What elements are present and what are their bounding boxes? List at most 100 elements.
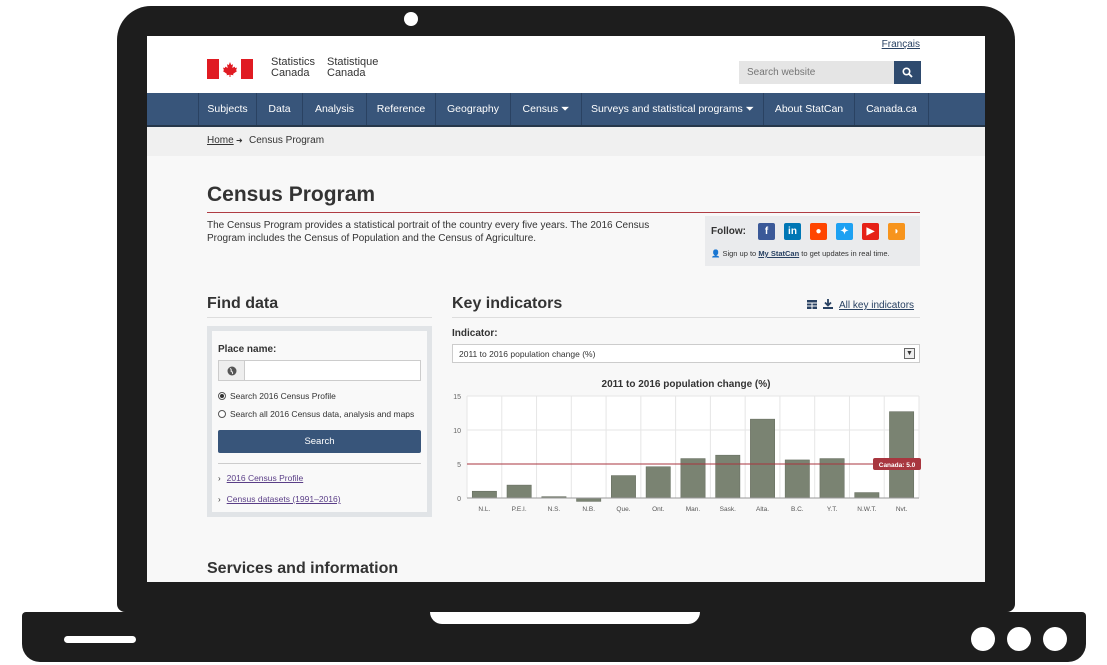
find-search-button[interactable]: Search (218, 430, 421, 453)
x-tick-label: N.S. (548, 506, 561, 513)
chevron-right-icon: › (218, 495, 221, 504)
chevron-right-icon: › (218, 474, 221, 483)
chevron-down-icon[interactable]: ▼ (904, 348, 915, 359)
place-name-input[interactable] (246, 361, 420, 380)
site-search-button[interactable] (894, 61, 921, 84)
breadcrumb-home-link[interactable]: Home (207, 135, 234, 146)
x-tick-label: Man. (686, 506, 701, 513)
bar-P.E.I. (506, 484, 532, 499)
place-name-field (218, 360, 421, 381)
x-tick-label: P.E.I. (512, 506, 527, 513)
nav-item-about[interactable]: About StatCan (764, 93, 855, 125)
x-tick-label: Sask. (720, 506, 736, 513)
bar-Que. (611, 475, 636, 499)
my-statcan-link[interactable]: My StatCan (758, 249, 799, 258)
linkedin-icon[interactable]: in (784, 223, 801, 240)
indicator-dot (1043, 627, 1067, 651)
link-text[interactable]: 2016 Census Profile (227, 473, 304, 483)
x-tick-label: Y.T. (827, 506, 838, 513)
follow-label: Follow: (711, 226, 746, 237)
bar-Alta. (750, 418, 775, 499)
y-tick-label: 10 (453, 428, 461, 435)
find-data-panel: Place name: Search 2016 Census Profile S… (207, 326, 432, 517)
laptop-mockup: { "header": { "language_toggle": "França… (0, 0, 1107, 665)
indicator-dot (1007, 627, 1031, 651)
language-toggle-link[interactable]: Français (882, 39, 920, 50)
census-datasets-link[interactable]: › Census datasets (1991–2016) (218, 494, 341, 504)
x-tick-label: B.C. (791, 506, 804, 513)
canada-reference-label: Canada: 5.0 (879, 462, 916, 469)
indicator-label: Indicator: (452, 328, 498, 339)
signup-prefix: Sign up to (722, 249, 757, 258)
divider (218, 463, 421, 464)
y-tick-label: 15 (453, 394, 461, 401)
wordmark-french: Statistique Canada (327, 57, 378, 79)
title-underline (207, 212, 920, 213)
user-icon: 👤 (711, 249, 721, 258)
find-data-heading: Find data (207, 295, 279, 312)
nav-item-data[interactable]: Data (257, 93, 303, 125)
globe-icon (219, 361, 245, 380)
reddit-icon[interactable]: ● (810, 223, 827, 240)
bar-N.L. (471, 490, 497, 499)
facebook-icon[interactable]: f (758, 223, 775, 240)
x-tick-label: Alta. (756, 506, 769, 513)
follow-panel: Follow: f in ● ✦ ▶ ◗ 👤 Sign up to My StatCan … (705, 216, 920, 266)
bar-Sask. (715, 454, 741, 499)
y-tick-label: 5 (457, 462, 461, 469)
x-tick-label: N.L. (478, 506, 490, 513)
signup-suffix: to get updates in real time. (801, 249, 890, 258)
nav-item-surveys[interactable]: Surveys and statistical programs ⏷ (582, 93, 764, 125)
twitter-icon[interactable]: ✦ (836, 223, 853, 240)
canada-flag-logo (207, 59, 253, 79)
download-icon[interactable] (823, 299, 833, 312)
bar-N.W.T. (854, 492, 880, 499)
wordmark-line: Canada (271, 67, 310, 79)
find-data-inner: Place name: Search 2016 Census Profile S… (212, 331, 427, 512)
nav-item-census[interactable]: Census ⏷ (511, 93, 582, 125)
indicator-selected-value: 2011 to 2016 population change (%) (459, 349, 596, 359)
census-profile-link[interactable]: › 2016 Census Profile (218, 473, 303, 483)
site-header: Français Statistics Canada Statistique C… (147, 36, 985, 93)
wordmark-line: Canada (327, 67, 366, 79)
rss-icon[interactable]: ◗ (888, 223, 905, 240)
radio-all-data[interactable]: Search all 2016 Census data, analysis an… (218, 409, 414, 419)
indicator-dot (971, 627, 995, 651)
page-title: Census Program (207, 183, 376, 206)
all-key-indicators-link[interactable]: All key indicators (839, 300, 914, 311)
nav-item-reference[interactable]: Reference (367, 93, 436, 125)
heading-rule (452, 317, 920, 318)
radio-census-profile[interactable]: Search 2016 Census Profile (218, 391, 336, 401)
radio-unselected[interactable] (218, 410, 226, 418)
nav-item-canada-ca[interactable]: Canada.ca (855, 93, 929, 125)
breadcrumb: Home ➜ Census Program (147, 127, 985, 156)
bar-N.B. (576, 497, 602, 502)
nav-item-analysis[interactable]: Analysis (303, 93, 367, 125)
x-tick-label: N.W.T. (857, 506, 876, 513)
bar-Ont. (645, 466, 671, 499)
radio-label: Search 2016 Census Profile (230, 391, 336, 401)
site-search-input[interactable] (739, 61, 894, 84)
browser-screen: Français Statistics Canada Statistique C… (147, 36, 985, 582)
main-nav: Subjects Data Analysis Reference Geograp… (147, 93, 985, 127)
youtube-icon[interactable]: ▶ (862, 223, 879, 240)
webcam (404, 12, 418, 26)
services-heading: Services and information (207, 560, 399, 577)
base-slot (64, 636, 136, 643)
population-change-chart: 0 5 10 15 N.L. P.E.I. N.S. N.B. Que. Ont. Man. Sask… (453, 394, 921, 513)
signup-text: 👤 Sign up to My StatCan to get updates i… (711, 249, 890, 258)
nav-item-subjects[interactable]: Subjects (198, 93, 257, 125)
x-tick-label: N.B. (582, 506, 595, 513)
breadcrumb-current: Census Program (249, 135, 325, 146)
breadcrumb-arrow-icon: ➜ (236, 136, 243, 145)
x-tick-label: Ont. (652, 506, 664, 513)
table-icon[interactable] (807, 299, 817, 312)
indicator-select[interactable]: 2011 to 2016 population change (%) ▼ (452, 344, 920, 363)
link-text[interactable]: Census datasets (1991–2016) (227, 494, 341, 504)
heading-rule (207, 317, 432, 318)
bar-Nvt. (889, 411, 915, 499)
nav-item-geography[interactable]: Geography (436, 93, 511, 125)
x-tick-label: Nvt. (896, 506, 908, 513)
radio-selected[interactable] (218, 392, 226, 400)
intro-paragraph: The Census Program provides a statistica… (207, 220, 650, 244)
